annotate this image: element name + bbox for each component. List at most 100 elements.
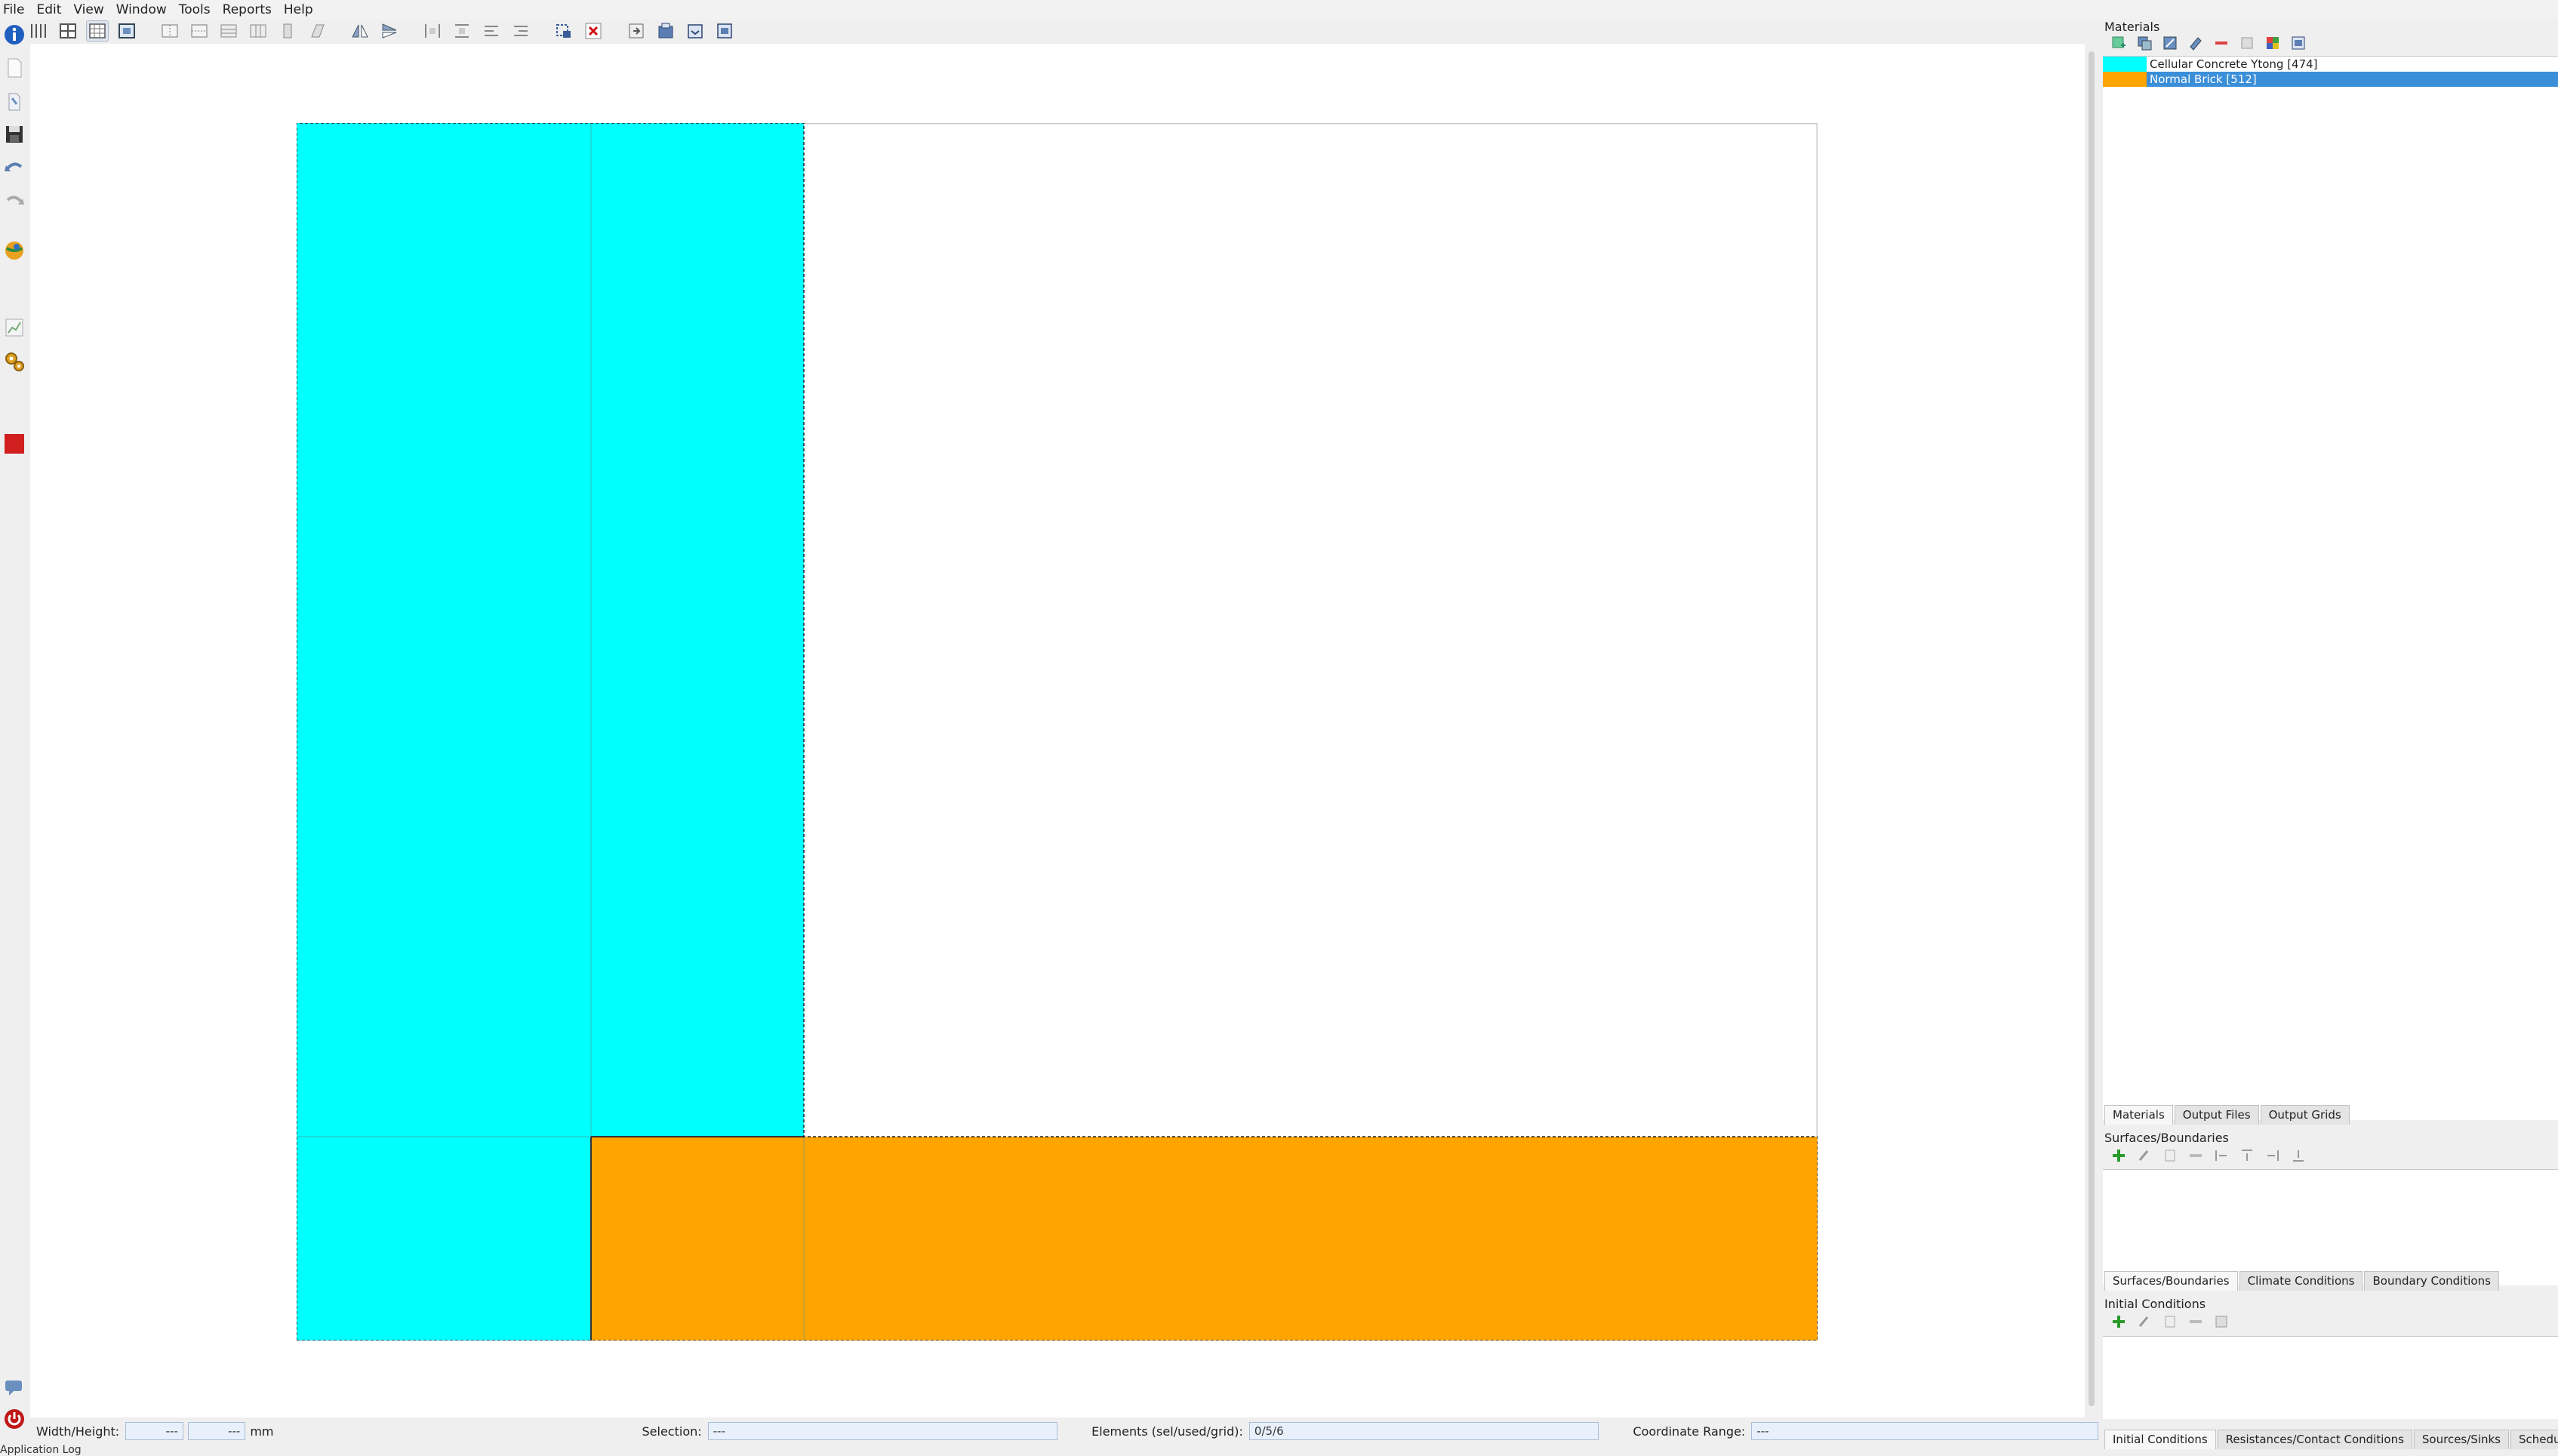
tab-resistances-contact-conditions[interactable]: Resistances/Contact Conditions <box>2217 1430 2412 1449</box>
initial-conditions-title: Initial Conditions <box>2104 1297 2206 1311</box>
remove-surface-icon[interactable] <box>2187 1147 2204 1164</box>
replace-material-icon[interactable] <box>2187 35 2204 51</box>
align-bottom-icon[interactable] <box>2290 1147 2307 1164</box>
cell-brick-corner[interactable] <box>591 1137 804 1341</box>
width-field[interactable]: --- <box>125 1422 183 1440</box>
menu-window[interactable]: Window <box>111 2 172 17</box>
database-icon[interactable] <box>2290 35 2307 51</box>
remove-material-icon[interactable] <box>2213 35 2230 51</box>
surfaces-list[interactable] <box>2103 1169 2558 1285</box>
export-icon[interactable] <box>625 20 648 42</box>
material-item[interactable]: Cellular Concrete Ytong [474] <box>2103 57 2558 72</box>
status-bar: Width/Height: --- --- mm Selection: --- … <box>30 1419 2099 1443</box>
properties-icon[interactable] <box>2239 35 2255 51</box>
surfaces-tabbar: Surfaces/Boundaries Climate Conditions B… <box>2104 1271 2501 1291</box>
add-initial-condition-icon[interactable] <box>2110 1313 2127 1330</box>
material-item[interactable]: Normal Brick [512] <box>2103 72 2558 87</box>
menu-tools[interactable]: Tools <box>174 2 216 17</box>
tab-output-files[interactable]: Output Files <box>2174 1105 2259 1125</box>
materials-tabbar: Materials Output Files Output Grids <box>2104 1105 2351 1125</box>
remove-initial-condition-icon[interactable] <box>2187 1313 2204 1330</box>
coordinate-range-field[interactable]: --- <box>1751 1422 2099 1440</box>
info-icon[interactable] <box>2 23 26 47</box>
elements-field[interactable]: 0/5/6 <box>1248 1422 1599 1440</box>
add-surface-icon[interactable] <box>2110 1147 2127 1164</box>
delete-icon[interactable] <box>582 20 605 42</box>
properties-initial-condition-icon[interactable] <box>2213 1313 2230 1330</box>
cell-concrete-upper-left[interactable] <box>297 123 591 1137</box>
cell-concrete-lower-left[interactable] <box>297 1137 591 1341</box>
tab-surfaces-boundaries[interactable]: Surfaces/Boundaries <box>2104 1271 2238 1291</box>
tab-schedules[interactable]: Schedules <box>2510 1430 2558 1449</box>
open-file-icon[interactable] <box>2 90 26 114</box>
align-right-icon[interactable] <box>2264 1147 2281 1164</box>
gears-icon[interactable] <box>2 349 26 374</box>
merge-columns-icon[interactable] <box>188 20 211 42</box>
chat-icon[interactable] <box>2 1375 26 1399</box>
menu-bar: File Edit View Window Tools Reports Help <box>0 0 2558 20</box>
table-view-icon[interactable] <box>57 20 79 42</box>
insert-column-icon[interactable] <box>276 20 299 42</box>
globe-icon[interactable] <box>2 239 26 263</box>
add-material-icon[interactable] <box>2110 35 2127 51</box>
copy-material-icon[interactable] <box>2136 35 2153 51</box>
height-field[interactable]: --- <box>187 1422 246 1440</box>
flip-vertical-icon[interactable] <box>378 20 401 42</box>
import-icon[interactable] <box>684 20 706 42</box>
menu-edit[interactable]: Edit <box>31 2 66 17</box>
cell-concrete-upper-right[interactable] <box>591 123 804 1137</box>
edit-initial-condition-icon[interactable] <box>2136 1313 2153 1330</box>
copy-surface-icon[interactable] <box>2162 1147 2178 1164</box>
initial-conditions-list[interactable] <box>2103 1336 2558 1419</box>
redo-icon[interactable] <box>2 189 26 213</box>
grid-view-icon[interactable] <box>86 20 109 42</box>
tab-sources-sinks[interactable]: Sources/Sinks <box>2413 1430 2509 1449</box>
new-file-icon[interactable] <box>2 56 26 80</box>
merge-rows-icon[interactable] <box>247 20 269 42</box>
scrollbar-thumb[interactable] <box>2089 51 2095 1406</box>
flip-horizontal-icon[interactable] <box>349 20 371 42</box>
materials-toolbar <box>2110 35 2307 51</box>
split-rows-icon[interactable] <box>217 20 240 42</box>
tab-output-grids[interactable]: Output Grids <box>2260 1105 2350 1125</box>
image-view-icon[interactable] <box>115 20 138 42</box>
skew-icon[interactable] <box>306 20 328 42</box>
tab-initial-conditions[interactable]: Initial Conditions <box>2104 1430 2216 1449</box>
undo-icon[interactable] <box>2 155 26 180</box>
align-rows-icon[interactable] <box>480 20 503 42</box>
align-columns-icon[interactable] <box>509 20 532 42</box>
construction-canvas[interactable] <box>30 44 2085 1418</box>
distribute-vertical-icon[interactable] <box>451 20 473 42</box>
tab-materials[interactable]: Materials <box>2104 1105 2173 1125</box>
left-toolbar <box>0 20 29 1431</box>
package-icon[interactable] <box>654 20 677 42</box>
menu-file[interactable]: File <box>0 2 29 17</box>
tab-climate-conditions[interactable]: Climate Conditions <box>2239 1271 2363 1291</box>
width-height-label: Width/Height: <box>36 1424 120 1439</box>
construction-geometry[interactable] <box>297 123 1818 1341</box>
chart-icon[interactable] <box>2 316 26 340</box>
settings-icon[interactable] <box>713 20 736 42</box>
save-icon[interactable] <box>2 122 26 146</box>
select-region-icon[interactable] <box>553 20 575 42</box>
surfaces-title: Surfaces/Boundaries <box>2104 1131 2229 1145</box>
material-swatch <box>2103 72 2147 87</box>
align-top-icon[interactable] <box>2239 1147 2255 1164</box>
canvas-scrollbar[interactable] <box>2086 44 2097 1418</box>
grid-lines-icon[interactable] <box>27 20 50 42</box>
menu-help[interactable]: Help <box>279 2 319 17</box>
color-palette-icon[interactable] <box>2264 35 2281 51</box>
power-icon[interactable] <box>2 1407 26 1431</box>
menu-view[interactable]: View <box>68 2 109 17</box>
tab-boundary-conditions[interactable]: Boundary Conditions <box>2364 1271 2499 1291</box>
copy-initial-condition-icon[interactable] <box>2162 1313 2178 1330</box>
edit-surface-icon[interactable] <box>2136 1147 2153 1164</box>
cell-brick-right[interactable] <box>804 1137 1818 1341</box>
selection-field[interactable]: --- <box>707 1422 1058 1440</box>
split-columns-icon[interactable] <box>159 20 181 42</box>
distribute-horizontal-icon[interactable] <box>421 20 444 42</box>
align-left-icon[interactable] <box>2213 1147 2230 1164</box>
menu-reports[interactable]: Reports <box>217 2 277 17</box>
stop-icon[interactable] <box>2 432 26 456</box>
edit-material-icon[interactable] <box>2162 35 2178 51</box>
